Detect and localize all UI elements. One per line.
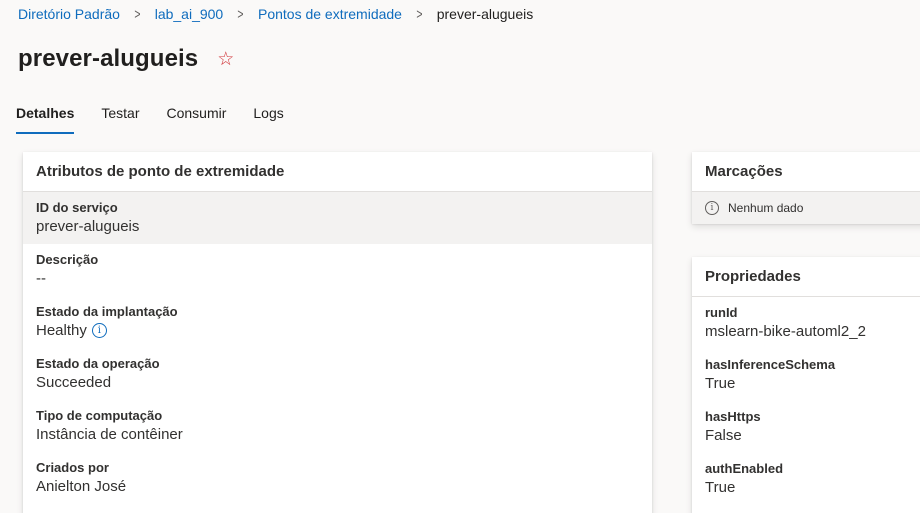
page-title: prever-alugueis: [18, 45, 199, 72]
card-title: Propriedades: [692, 257, 920, 297]
tab-consume[interactable]: Consumir: [166, 100, 226, 134]
tab-details[interactable]: Detalhes: [16, 100, 75, 134]
breadcrumb-link-workspace[interactable]: lab_ai_900: [155, 6, 224, 22]
page-header: prever-alugueis ☆: [18, 43, 234, 75]
card-title: Atributos de ponto de extremidade: [23, 152, 652, 192]
attribute-value-text: Succeeded: [36, 374, 112, 391]
attribute-row-service-id: ID do serviço prever-alugueis: [23, 192, 652, 244]
attribute-label: Criados por: [36, 460, 109, 475]
breadcrumb-link-endpoints[interactable]: Pontos de extremidade: [258, 6, 402, 22]
property-row-has-inference-schema: hasInferenceSchema True: [692, 349, 920, 401]
property-label: hasInferenceSchema: [705, 357, 836, 372]
chevron-right-icon: >: [134, 5, 141, 23]
attribute-value: --: [36, 270, 639, 287]
empty-state-text: Nenhum dado: [728, 201, 804, 215]
property-value: False: [705, 427, 742, 444]
attribute-value-text: prever-alugueis: [36, 218, 140, 235]
attribute-row-deployment-state: Estado da implantação Healthy i: [23, 296, 652, 348]
chevron-right-icon: >: [416, 5, 423, 23]
attribute-value: Anielton José: [36, 478, 639, 495]
property-value: True: [705, 375, 736, 392]
empty-state: i Nenhum dado: [692, 192, 920, 224]
card-title: Marcações: [692, 152, 920, 192]
attribute-value-text: --: [36, 270, 46, 287]
attribute-value-text: Instância de contêiner: [36, 426, 183, 443]
info-icon[interactable]: i: [91, 323, 107, 338]
breadcrumb-current: prever-alugueis: [436, 6, 534, 22]
attribute-row-operation-state: Estado da operação Succeeded: [23, 348, 652, 400]
tab-logs[interactable]: Logs: [253, 100, 283, 134]
properties-card: Propriedades runId mslearn-bike-automl2_…: [692, 257, 920, 513]
star-icon[interactable]: ☆: [217, 50, 234, 69]
property-value: mslearn-bike-automl2_2: [705, 323, 866, 340]
attribute-value-text: Healthy: [36, 322, 87, 339]
attribute-row-created-by: Criados por Anielton José: [23, 452, 652, 504]
chevron-right-icon: >: [237, 5, 244, 23]
attribute-label: Estado da implantação: [36, 304, 178, 319]
attribute-label: Estado da operação: [36, 356, 160, 371]
property-label: hasHttps: [705, 409, 761, 424]
attribute-value: prever-alugueis: [36, 218, 639, 235]
property-row-has-https: hasHttps False: [692, 401, 920, 453]
attribute-value: Succeeded: [36, 374, 639, 391]
property-value: True: [705, 479, 736, 496]
endpoint-attributes-card: Atributos de ponto de extremidade ID do …: [23, 152, 652, 513]
property-row-runid: runId mslearn-bike-automl2_2: [692, 297, 920, 349]
attribute-row-compute-type: Tipo de computação Instância de contêine…: [23, 400, 652, 452]
breadcrumb-link-directory[interactable]: Diretório Padrão: [18, 6, 120, 22]
attribute-label: ID do serviço: [36, 200, 118, 215]
tags-card: Marcações i Nenhum dado: [692, 152, 920, 224]
property-row-auth-enabled: authEnabled True: [692, 453, 920, 505]
attribute-value: Healthy i: [36, 322, 639, 339]
attribute-value-text: Anielton José: [36, 478, 127, 495]
info-icon: i: [705, 201, 719, 215]
breadcrumb: Diretório Padrão > lab_ai_900 > Pontos d…: [18, 5, 533, 23]
attribute-row-description: Descrição --: [23, 244, 652, 296]
attribute-label: Descrição: [36, 252, 99, 267]
tab-test[interactable]: Testar: [101, 100, 139, 134]
attribute-value: Instância de contêiner: [36, 426, 639, 443]
tab-bar: Detalhes Testar Consumir Logs: [16, 100, 311, 134]
attribute-label: Tipo de computação: [36, 408, 163, 423]
property-label: runId: [705, 305, 738, 320]
property-label: authEnabled: [705, 461, 784, 476]
